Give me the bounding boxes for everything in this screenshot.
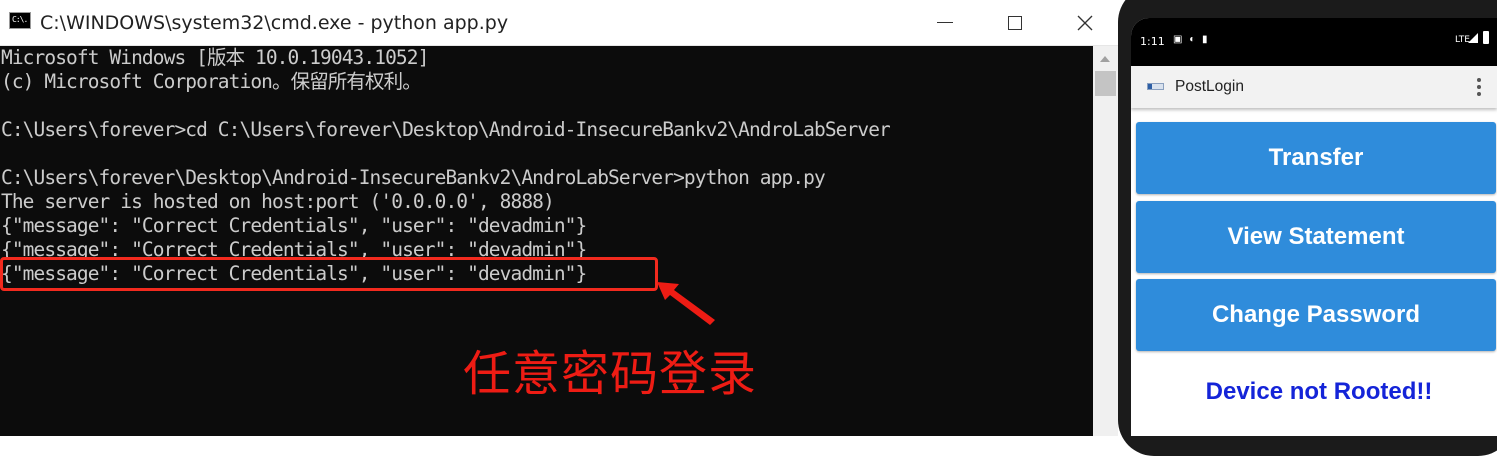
view-statement-button[interactable]: View Statement <box>1136 201 1496 273</box>
battery-icon <box>1483 31 1489 44</box>
signal-icon <box>1468 33 1478 43</box>
console-line: C:\Users\forever\Desktop\Android-Insecur… <box>1 166 826 189</box>
vertical-scrollbar[interactable] <box>1093 46 1118 436</box>
console-line: C:\Users\forever>cd C:\Users\forever\Des… <box>1 118 891 141</box>
close-icon <box>1077 15 1093 30</box>
console-line: The server is hosted on host:port ('0.0.… <box>1 190 555 213</box>
app-title: PostLogin <box>1175 78 1244 95</box>
notification-icons: ▣ ◐ ▮ <box>1173 34 1210 45</box>
minimize-button[interactable] <box>910 0 980 45</box>
status-time: 1:11 <box>1140 35 1165 48</box>
maximize-button[interactable] <box>980 0 1050 45</box>
cmd-titlebar[interactable]: C:\. C:\WINDOWS\system32\cmd.exe - pytho… <box>0 0 1118 46</box>
cmd-app-icon[interactable]: C:\. <box>9 12 31 29</box>
annotation-arrow-icon <box>657 282 715 325</box>
transfer-button[interactable]: Transfer <box>1136 122 1496 194</box>
overflow-menu-icon[interactable] <box>1477 78 1481 99</box>
console-line: Microsoft Windows [版本 10.0.19043.1052] <box>1 46 429 69</box>
window-title: C:\WINDOWS\system32\cmd.exe - python app… <box>40 12 509 34</box>
maximize-icon <box>1008 15 1022 30</box>
close-button[interactable] <box>1050 0 1118 45</box>
change-password-button[interactable]: Change Password <box>1136 279 1496 351</box>
status-bar: 1:11 ▣ ◐ ▮ LTE <box>1131 18 1497 66</box>
root-status-text: Device not Rooted!! <box>1205 378 1433 405</box>
scroll-up-arrow-icon[interactable] <box>1100 56 1110 62</box>
minimize-icon <box>937 22 953 23</box>
app-bar: PostLogin <box>1131 66 1497 108</box>
scroll-thumb[interactable] <box>1095 71 1116 96</box>
highlight-box <box>0 257 658 291</box>
app-logo-icon <box>1147 83 1164 90</box>
phone-screen: 1:11 ▣ ◐ ▮ LTE PostLogin Transfer View S… <box>1131 18 1497 436</box>
console-line: {"message": "Correct Credentials", "user… <box>1 214 587 237</box>
cmd-window: C:\. C:\WINDOWS\system32\cmd.exe - pytho… <box>0 0 1118 436</box>
annotation-label: 任意密码登录 <box>463 346 758 402</box>
console-line: (c) Microsoft Corporation。保留所有权利。 <box>1 70 422 93</box>
cmd-app-icon-text: C:\. <box>12 15 28 24</box>
